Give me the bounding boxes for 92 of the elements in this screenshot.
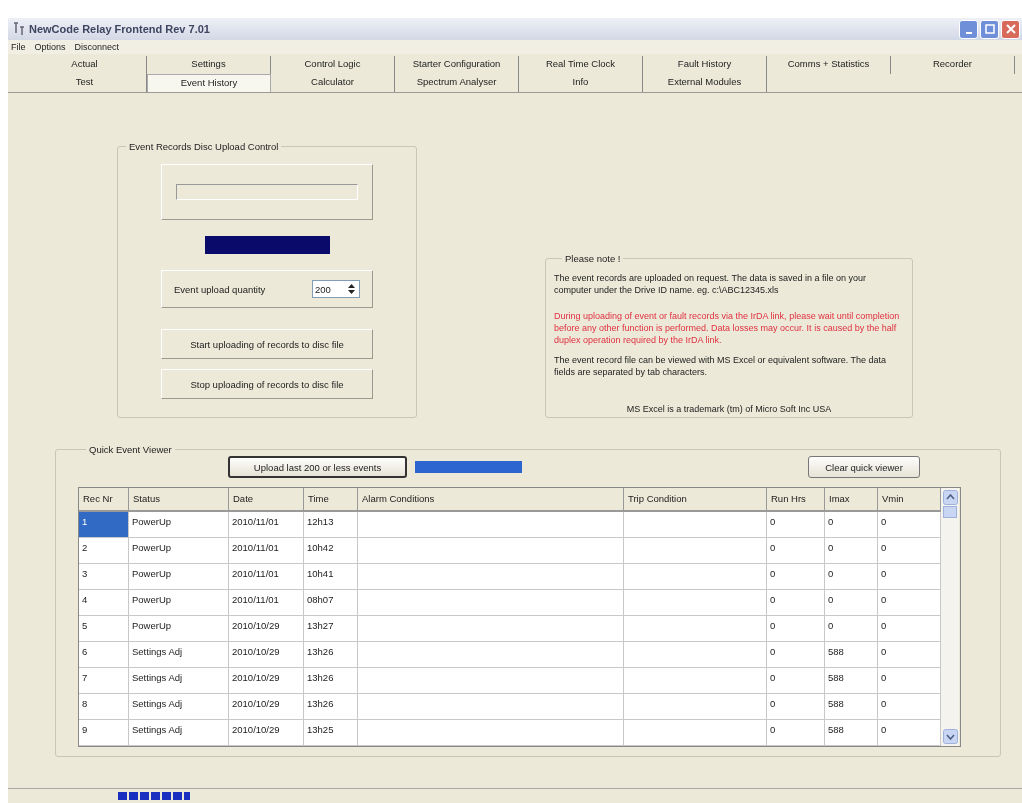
tab[interactable]: Event History bbox=[147, 74, 271, 92]
table-cell: Settings Adj bbox=[129, 668, 229, 693]
group-title: Please note ! bbox=[564, 253, 622, 264]
table-cell: 588 bbox=[825, 720, 878, 745]
column-header[interactable]: Alarm Conditions bbox=[358, 488, 624, 510]
table-cell: Settings Adj bbox=[129, 642, 229, 667]
note-text: During uploading of event or fault records via the IrDA link, please wait until completion before any other function is performed. Data losses may occur. It is caused by the half duplex operation required by the IrDA link. bbox=[554, 310, 901, 346]
table-cell[interactable]: 9 bbox=[79, 720, 129, 745]
table-cell: 0 bbox=[767, 642, 825, 667]
file-field[interactable] bbox=[176, 184, 358, 200]
table-cell[interactable]: 5 bbox=[79, 616, 129, 641]
table-cell: 2010/11/01 bbox=[229, 564, 304, 589]
scroll-up-icon[interactable] bbox=[942, 490, 958, 505]
menu-item[interactable]: File bbox=[11, 42, 26, 52]
table-cell: 13h25 bbox=[304, 720, 358, 745]
table-cell: 13h26 bbox=[304, 668, 358, 693]
maximize-icon bbox=[984, 24, 995, 34]
table-cell: 0 bbox=[767, 668, 825, 693]
table-cell: 0 bbox=[767, 538, 825, 563]
table-cell[interactable]: 4 bbox=[79, 590, 129, 615]
table-cell: 588 bbox=[825, 642, 878, 667]
table-cell: PowerUp bbox=[129, 590, 229, 615]
table-cell: 0 bbox=[767, 616, 825, 641]
table-cell[interactable]: 3 bbox=[79, 564, 129, 589]
table-cell: 0 bbox=[767, 512, 825, 537]
table-cell: 12h13 bbox=[304, 512, 358, 537]
table-cell: 2010/11/01 bbox=[229, 512, 304, 537]
close-button[interactable] bbox=[1001, 19, 1020, 39]
table-cell: 08h07 bbox=[304, 590, 358, 615]
table-cell: 13h26 bbox=[304, 694, 358, 719]
upload-button[interactable]: Stop uploading of records to disc file bbox=[161, 369, 373, 399]
table-cell: 0 bbox=[767, 694, 825, 719]
table-cell: 13h26 bbox=[304, 642, 358, 667]
table-cell: PowerUp bbox=[129, 538, 229, 563]
table-cell: 2010/10/29 bbox=[229, 668, 304, 693]
table-cell: 13h27 bbox=[304, 616, 358, 641]
table-cell[interactable]: 6 bbox=[79, 642, 129, 667]
close-icon bbox=[1005, 24, 1016, 34]
table-cell: 2010/11/01 bbox=[229, 590, 304, 615]
table-cell: 2010/10/29 bbox=[229, 720, 304, 745]
column-header[interactable]: Imax bbox=[825, 488, 878, 510]
table-cell[interactable]: 1 bbox=[79, 512, 129, 537]
clear-button[interactable]: Clear quick viewer bbox=[808, 456, 920, 478]
scroll-down-icon[interactable] bbox=[942, 729, 958, 744]
table-cell: 2010/10/29 bbox=[229, 694, 304, 719]
table-cell: 2010/11/01 bbox=[229, 538, 304, 563]
table-cell: 588 bbox=[825, 694, 878, 719]
column-header[interactable]: Run Hrs bbox=[767, 488, 825, 510]
group-title: Quick Event Viewer bbox=[88, 444, 173, 455]
table-cell: 0 bbox=[767, 590, 825, 615]
column-header[interactable]: Status bbox=[129, 488, 229, 510]
note-text: The event record file can be viewed with MS Excel or equivalent software. The data fields are separated by tab characters. bbox=[554, 354, 887, 378]
table-cell[interactable]: 8 bbox=[79, 694, 129, 719]
column-header[interactable]: Trip Condition bbox=[624, 488, 767, 510]
table-cell[interactable]: 7 bbox=[79, 668, 129, 693]
table-cell: 0 bbox=[825, 590, 878, 615]
quantity-label: Event upload quantity bbox=[174, 283, 266, 295]
maximize-button[interactable] bbox=[980, 19, 999, 39]
table-cell: 2010/10/29 bbox=[229, 616, 304, 641]
spin-arrows-icon bbox=[346, 282, 357, 296]
scroll-thumb[interactable] bbox=[943, 506, 957, 518]
table-cell: Settings Adj bbox=[129, 694, 229, 719]
table-cell: Settings Adj bbox=[129, 720, 229, 745]
table-cell: PowerUp bbox=[129, 564, 229, 589]
trademark-text: MS Excel is a trademark (tm) of Micro Soft Inc USA bbox=[625, 404, 833, 414]
column-header[interactable]: Time bbox=[304, 488, 358, 510]
table-cell: PowerUp bbox=[129, 512, 229, 537]
table-cell: 0 bbox=[825, 512, 878, 537]
table-cell: PowerUp bbox=[129, 616, 229, 641]
menu-item[interactable]: Disconnect bbox=[74, 42, 120, 52]
minimize-icon bbox=[965, 32, 972, 34]
app-icon bbox=[12, 21, 26, 37]
minimize-button[interactable] bbox=[959, 19, 978, 39]
table-cell: 0 bbox=[825, 538, 878, 563]
upload-events-button[interactable]: Upload last 200 or less events bbox=[228, 456, 407, 478]
table-cell: 0 bbox=[825, 616, 878, 641]
table-cell: 0 bbox=[767, 720, 825, 745]
window-title: NewCode Relay Frontend Rev 7.01 bbox=[29, 23, 210, 35]
table-cell: 2010/10/29 bbox=[229, 642, 304, 667]
note-text: The event records are uploaded on request. The data is saved in a file on your computer under the Drive ID name. eg. c:\ABC12345.xls bbox=[554, 272, 868, 296]
table-cell[interactable]: 2 bbox=[79, 538, 129, 563]
table-cell: 10h42 bbox=[304, 538, 358, 563]
table-cell: 0 bbox=[767, 564, 825, 589]
table-cell: 0 bbox=[825, 564, 878, 589]
menu-item[interactable]: Options bbox=[34, 42, 66, 52]
table-cell: 10h41 bbox=[304, 564, 358, 589]
group-title: Event Records Disc Upload Control bbox=[128, 141, 280, 152]
quantity-spinner[interactable]: 200 bbox=[312, 280, 360, 298]
column-header[interactable]: Rec Nr bbox=[79, 488, 129, 510]
upload-button[interactable]: Start uploading of records to disc file bbox=[161, 329, 373, 359]
table-cell: 588 bbox=[825, 668, 878, 693]
column-header[interactable]: Date bbox=[229, 488, 304, 510]
